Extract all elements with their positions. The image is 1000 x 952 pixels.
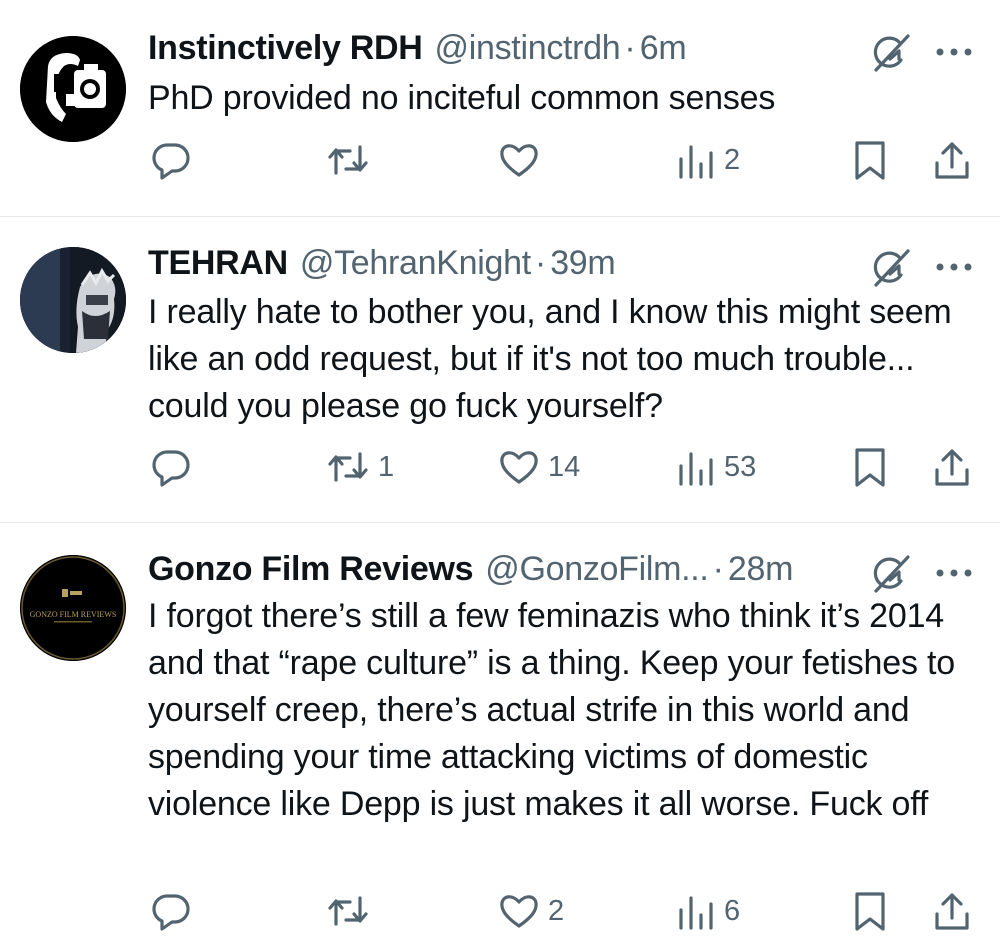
timestamp[interactable]: 39m [550,244,616,283]
reply-button[interactable] [150,443,200,491]
share-button[interactable] [932,887,972,935]
retweet-count: 1 [378,450,395,483]
retweet-button[interactable]: 1 [326,443,394,491]
grok-icon[interactable] [868,30,912,74]
more-icon[interactable] [932,257,976,277]
retweet-icon [328,896,368,926]
bookmark-icon [855,448,885,487]
avatar[interactable] [20,36,126,142]
reply-button[interactable] [150,887,200,935]
heart-icon [500,144,538,177]
reply-icon [152,450,190,487]
separator: · [534,243,547,282]
timestamp[interactable]: 28m [728,550,794,589]
share-icon [935,449,969,486]
like-count: 14 [548,450,581,483]
retweet-icon [328,452,368,482]
share-button[interactable] [932,443,972,491]
bookmark-icon [855,141,885,180]
like-button[interactable]: 14 [498,443,580,491]
like-count: 2 [548,894,565,927]
retweet-button[interactable] [326,136,378,184]
grok-icon[interactable] [868,551,912,595]
views-icon [679,896,713,930]
tweet-text: I really hate to bother you, and I know … [148,293,952,425]
separator: · [712,549,724,588]
handle[interactable]: @GonzoFilm... [485,550,709,589]
tweet-text: PhD provided no inciteful common senses [148,79,776,117]
grok-icon[interactable] [868,245,912,289]
share-icon [935,893,969,930]
handle[interactable]: @instinctrdh [435,29,621,68]
views-count: 2 [724,143,741,176]
reply-button[interactable] [150,136,200,184]
bookmark-button[interactable] [852,887,888,935]
heart-icon [500,895,538,928]
tweet-actions: 2 [0,136,1000,184]
timestamp[interactable]: 6m [640,29,687,68]
tweet-actions: 1 14 53 [0,443,1000,491]
display-name[interactable]: Instinctively RDH [148,29,423,68]
more-icon[interactable] [932,563,976,583]
reply-icon [152,894,190,931]
avatar-logo-text: GONZO FILM REVIEWS [30,610,117,619]
display-name[interactable]: TEHRAN [148,244,288,283]
views-count: 6 [724,894,741,927]
views-icon [679,145,713,179]
views-count: 53 [724,450,757,483]
share-button[interactable] [932,136,972,184]
tweet[interactable]: Instinctively RDH @instinctrdh · 6m PhD … [0,0,1000,216]
views-icon [679,452,713,486]
bookmark-button[interactable] [852,136,888,184]
retweet-icon [328,145,368,175]
heart-icon [500,451,538,484]
retweet-button[interactable] [326,887,378,935]
more-icon[interactable] [932,42,976,62]
views-button[interactable]: 2 [676,136,740,184]
tweet-actions: 2 6 [0,887,1000,935]
views-button[interactable]: 6 [676,887,740,935]
tweet-text: I forgot there’s still a few feminazis w… [148,597,955,823]
bookmark-icon [855,892,885,931]
avatar[interactable] [20,247,126,353]
reply-icon [152,143,190,180]
views-button[interactable]: 53 [676,443,756,491]
tweet[interactable]: TEHRAN @TehranKnight · 39m I really hate… [0,217,1000,521]
avatar[interactable]: GONZO FILM REVIEWS [20,555,126,661]
display-name[interactable]: Gonzo Film Reviews [148,550,474,589]
separator: · [624,28,636,67]
like-button[interactable]: 2 [498,887,564,935]
handle[interactable]: @TehranKnight [300,244,531,283]
like-button[interactable] [498,136,548,184]
tweet[interactable]: GONZO FILM REVIEWS Gonzo Film Reviews @G… [0,523,1000,952]
bookmark-button[interactable] [852,443,888,491]
share-icon [935,142,969,179]
